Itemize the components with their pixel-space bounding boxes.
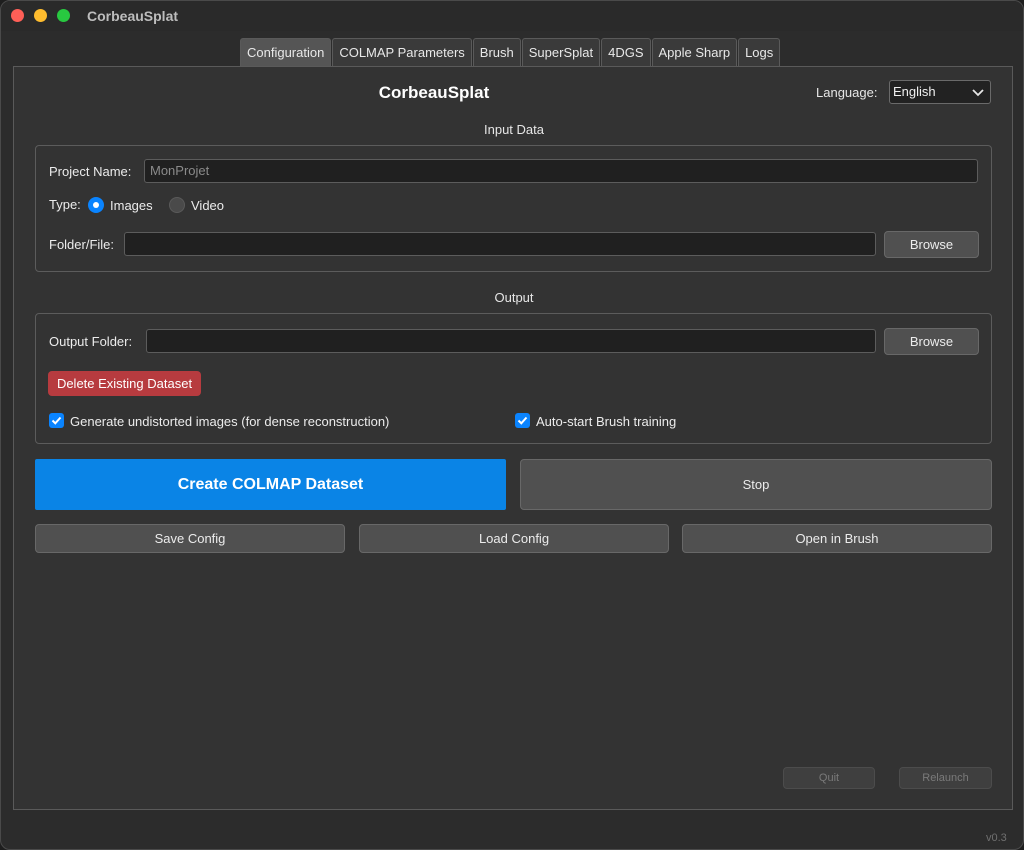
version-label: v0.3 bbox=[986, 832, 1007, 844]
maximize-window-button[interactable] bbox=[57, 9, 70, 22]
language-label: Language: bbox=[816, 85, 878, 100]
create-colmap-dataset-button[interactable]: Create COLMAP Dataset bbox=[35, 459, 506, 510]
autostart-label[interactable]: Auto-start Brush training bbox=[536, 414, 676, 429]
output-folder-label: Output Folder: bbox=[49, 334, 133, 349]
tab-colmap-parameters[interactable]: COLMAP Parameters bbox=[332, 38, 472, 66]
language-value: English bbox=[893, 84, 936, 99]
checkmark-icon bbox=[517, 416, 528, 425]
autostart-checkbox[interactable] bbox=[515, 413, 530, 428]
undistort-label[interactable]: Generate undistorted images (for dense r… bbox=[70, 414, 389, 429]
type-images-radio[interactable] bbox=[88, 197, 104, 213]
folder-file-input[interactable] bbox=[124, 232, 876, 256]
page-title: CorbeauSplat bbox=[378, 83, 490, 102]
folder-file-label: Folder/File: bbox=[49, 237, 115, 252]
checkmark-icon bbox=[51, 416, 62, 425]
type-video-label[interactable]: Video bbox=[191, 198, 224, 213]
tab-logs[interactable]: Logs bbox=[738, 38, 781, 66]
tab-apple-sharp[interactable]: Apple Sharp bbox=[651, 38, 738, 66]
input-data-group: Project Name: MonProjet Type: Images Vid… bbox=[35, 145, 992, 272]
stop-button[interactable]: Stop bbox=[520, 459, 992, 510]
project-name-label: Project Name: bbox=[49, 164, 132, 179]
type-video-radio[interactable] bbox=[169, 197, 185, 213]
save-config-button[interactable]: Save Config bbox=[35, 524, 345, 553]
tab-brush[interactable]: Brush bbox=[472, 38, 521, 66]
relaunch-button[interactable]: Relaunch bbox=[899, 767, 992, 789]
undistort-checkbox[interactable] bbox=[49, 413, 64, 428]
tab-4dgs[interactable]: 4DGS bbox=[601, 38, 651, 66]
app-window: CorbeauSplat Configuration COLMAP Parame… bbox=[0, 0, 1024, 850]
language-select[interactable]: English bbox=[889, 80, 991, 104]
type-label: Type: bbox=[49, 197, 81, 212]
close-window-button[interactable] bbox=[11, 9, 24, 22]
output-browse-button[interactable]: Browse bbox=[884, 328, 979, 355]
quit-button[interactable]: Quit bbox=[783, 767, 875, 789]
tab-configuration[interactable]: Configuration bbox=[240, 38, 332, 66]
minimize-window-button[interactable] bbox=[34, 9, 47, 22]
window-title: CorbeauSplat bbox=[87, 8, 179, 24]
tab-bar: Configuration COLMAP Parameters Brush Su… bbox=[240, 38, 781, 66]
project-name-input[interactable]: MonProjet bbox=[144, 159, 978, 183]
delete-dataset-button[interactable]: Delete Existing Dataset bbox=[48, 371, 201, 396]
load-config-button[interactable]: Load Config bbox=[359, 524, 669, 553]
open-in-brush-button[interactable]: Open in Brush bbox=[682, 524, 992, 553]
chevron-down-icon bbox=[972, 89, 984, 97]
input-browse-button[interactable]: Browse bbox=[884, 231, 979, 258]
input-data-title: Input Data bbox=[484, 122, 544, 137]
output-folder-input[interactable] bbox=[146, 329, 876, 353]
project-name-placeholder: MonProjet bbox=[150, 163, 210, 178]
configuration-panel: CorbeauSplat Language: English Input Dat… bbox=[13, 66, 1013, 810]
title-bar: CorbeauSplat bbox=[1, 1, 1023, 31]
type-images-label[interactable]: Images bbox=[110, 198, 153, 213]
output-title: Output bbox=[494, 290, 534, 305]
tab-supersplat[interactable]: SuperSplat bbox=[521, 38, 601, 66]
